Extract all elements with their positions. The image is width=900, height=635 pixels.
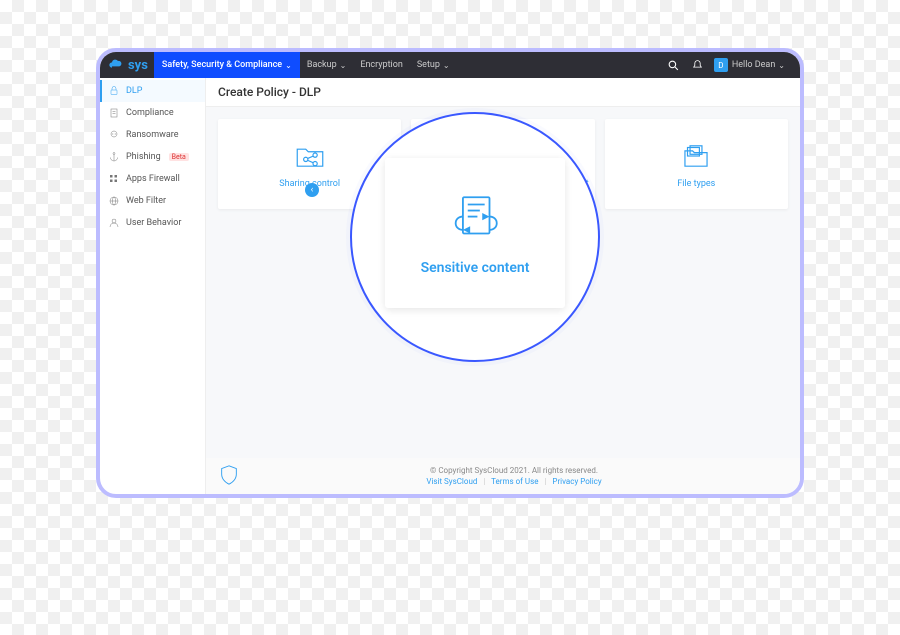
nav-setup[interactable]: Setup⌄ xyxy=(410,52,457,78)
footer-link-terms[interactable]: Terms of Use xyxy=(491,477,538,486)
share-folder-icon xyxy=(293,139,327,173)
sidebar-label: User Behavior xyxy=(126,218,181,228)
brand-logo[interactable]: sys xyxy=(108,57,148,73)
sidebar-collapse-button[interactable]: ‹ xyxy=(305,183,319,197)
search-icon[interactable] xyxy=(667,58,681,72)
bell-icon[interactable] xyxy=(691,58,705,72)
sidebar-label: Phishing xyxy=(126,152,161,162)
sidebar-item-ransomware[interactable]: Ransomware xyxy=(100,124,205,146)
magnified-card-label: Sensitive content xyxy=(421,260,530,276)
sidebar-item-user-behavior[interactable]: User Behavior xyxy=(100,212,205,234)
user-greeting[interactable]: Hello Dean⌄ xyxy=(732,52,792,78)
sensitive-document-icon xyxy=(446,190,504,248)
globe-icon xyxy=(108,195,120,207)
card-label: File types xyxy=(677,179,715,189)
page-title: Create Policy - DLP xyxy=(206,78,800,107)
badge-icon xyxy=(218,464,240,488)
footer-link-visit[interactable]: Visit SysCloud xyxy=(426,477,477,486)
sidebar-item-phishing[interactable]: Phishing Beta xyxy=(100,146,205,168)
magnified-card-sensitive-content[interactable]: Sensitive content xyxy=(385,158,565,308)
chevron-down-icon: ⌄ xyxy=(285,61,292,70)
magnifier-overlay: Sensitive content xyxy=(350,112,600,362)
sidebar-label: Web Filter xyxy=(126,196,166,206)
cloud-icon xyxy=(108,57,124,73)
chevron-down-icon: ⌄ xyxy=(443,61,450,70)
footer: © Copyright SysCloud 2021. All rights re… xyxy=(206,458,800,494)
beta-badge: Beta xyxy=(169,153,189,161)
sidebar-item-web-filter[interactable]: Web Filter xyxy=(100,190,205,212)
anchor-icon xyxy=(108,151,120,163)
user-avatar[interactable]: D xyxy=(714,58,728,72)
sidebar-label: DLP xyxy=(126,86,142,96)
sidebar: DLP Compliance Ransomware Phishing Beta … xyxy=(100,78,206,494)
document-icon xyxy=(108,107,120,119)
sidebar-item-compliance[interactable]: Compliance xyxy=(100,102,205,124)
chevron-down-icon: ⌄ xyxy=(340,61,347,70)
sidebar-label: Compliance xyxy=(126,108,174,118)
chevron-left-icon: ‹ xyxy=(311,185,314,195)
nav-encryption[interactable]: Encryption xyxy=(353,52,409,78)
nav-tab-safety[interactable]: Safety, Security & Compliance⌄ xyxy=(154,52,300,78)
sidebar-item-apps-firewall[interactable]: Apps Firewall xyxy=(100,168,205,190)
skull-icon xyxy=(108,129,120,141)
topbar: sys Safety, Security & Compliance⌄ Backu… xyxy=(100,52,800,78)
nav-backup[interactable]: Backup⌄ xyxy=(300,52,354,78)
chevron-down-icon: ⌄ xyxy=(778,61,785,70)
copyright: © Copyright SysCloud 2021. All rights re… xyxy=(240,466,788,475)
sidebar-label: Apps Firewall xyxy=(126,174,180,184)
sidebar-item-dlp[interactable]: DLP xyxy=(100,80,205,102)
sidebar-label: Ransomware xyxy=(126,130,178,140)
user-icon xyxy=(108,217,120,229)
lock-icon xyxy=(108,85,120,97)
files-folder-icon xyxy=(679,139,713,173)
footer-link-privacy[interactable]: Privacy Policy xyxy=(552,477,601,486)
grid-icon xyxy=(108,173,120,185)
card-file-types[interactable]: File types xyxy=(605,119,788,209)
